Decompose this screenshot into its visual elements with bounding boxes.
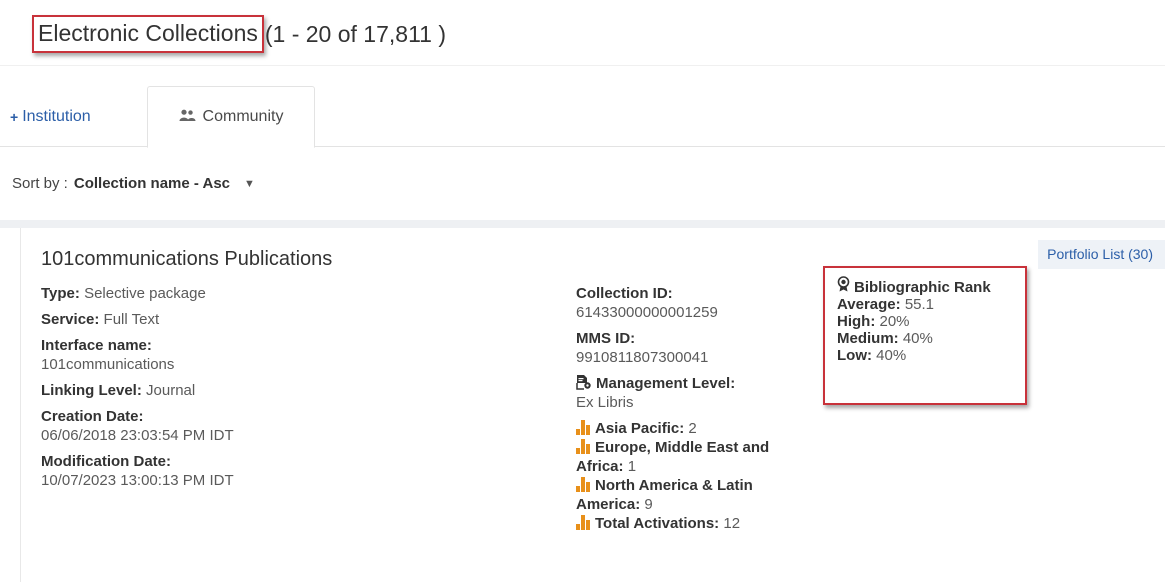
sort-row: Sort by : Collection name - Asc ▼ bbox=[0, 147, 1165, 220]
rank-high: High: 20% bbox=[837, 313, 910, 330]
management-level-field: Management Level: Ex Libris bbox=[576, 374, 736, 411]
collection-card: 101communications Publications Portfolio… bbox=[20, 228, 1165, 582]
type-field: Type: Selective package bbox=[41, 285, 206, 302]
region-asia-pacific: Asia Pacific: 2 bbox=[576, 419, 826, 438]
bar-chart-icon bbox=[576, 439, 592, 454]
rank-title: Bibliographic Rank bbox=[837, 276, 1025, 296]
creation-date-field: Creation Date: 06/06/2018 23:03:54 PM ID… bbox=[41, 408, 234, 444]
rank-average: Average: 55.1 bbox=[837, 296, 935, 313]
community-icon bbox=[179, 109, 196, 125]
total-activations: Total Activations: 12 bbox=[576, 514, 826, 533]
mms-id-field: MMS ID: 9910811807300041 bbox=[576, 330, 709, 366]
collection-details-middle: Collection ID: 61433000000001259 MMS ID:… bbox=[576, 284, 826, 533]
service-field: Service: Full Text bbox=[41, 311, 160, 328]
management-level-icon bbox=[576, 374, 592, 390]
award-icon bbox=[837, 276, 850, 296]
institution-icon: + bbox=[10, 108, 19, 125]
page-title: Electronic Collections bbox=[38, 20, 258, 46]
interface-field: Interface name: 101communications bbox=[41, 337, 175, 373]
tab-community-label: Community bbox=[202, 108, 284, 125]
title-wrap: Electronic Collections (1 - 20 of 17,811… bbox=[32, 14, 446, 54]
tab-institution-label: Institution bbox=[22, 107, 91, 125]
title-highlight-box: Electronic Collections bbox=[32, 15, 264, 53]
region-north-america: North America & Latin America: 9 bbox=[576, 477, 753, 513]
sort-label: Sort by : bbox=[12, 175, 68, 192]
page-header: Electronic Collections (1 - 20 of 17,811… bbox=[0, 0, 1165, 66]
rank-medium: Medium: 40% bbox=[837, 330, 933, 347]
portfolio-list-link[interactable]: Portfolio List (30) bbox=[1038, 240, 1165, 269]
rank-low: Low: 40% bbox=[837, 347, 907, 364]
region-emea: Europe, Middle East and Africa: 1 bbox=[576, 439, 770, 475]
linking-level-field: Linking Level: Journal bbox=[41, 382, 196, 399]
collection-name[interactable]: 101communications Publications bbox=[41, 248, 332, 271]
collection-details-left: Type: Selective package Service: Full Te… bbox=[41, 284, 381, 497]
bar-chart-icon bbox=[576, 477, 592, 492]
tab-community[interactable]: Community bbox=[147, 86, 315, 148]
collection-id-field: Collection ID: 61433000000001259 bbox=[576, 285, 718, 321]
chevron-down-icon[interactable]: ▼ bbox=[244, 178, 255, 190]
list-separator bbox=[0, 220, 1165, 228]
tab-bar: + Institution Community bbox=[0, 86, 1165, 148]
bibliographic-rank-box: Bibliographic Rank Average: 55.1 High: 2… bbox=[823, 266, 1027, 405]
tab-institution[interactable]: + Institution bbox=[0, 86, 140, 147]
sort-dropdown[interactable]: Collection name - Asc bbox=[74, 175, 230, 192]
result-count: (1 - 20 of 17,811 ) bbox=[264, 20, 446, 47]
modification-date-field: Modification Date: 10/07/2023 13:00:13 P… bbox=[41, 453, 234, 489]
bar-chart-icon bbox=[576, 515, 592, 530]
bar-chart-icon bbox=[576, 420, 592, 435]
